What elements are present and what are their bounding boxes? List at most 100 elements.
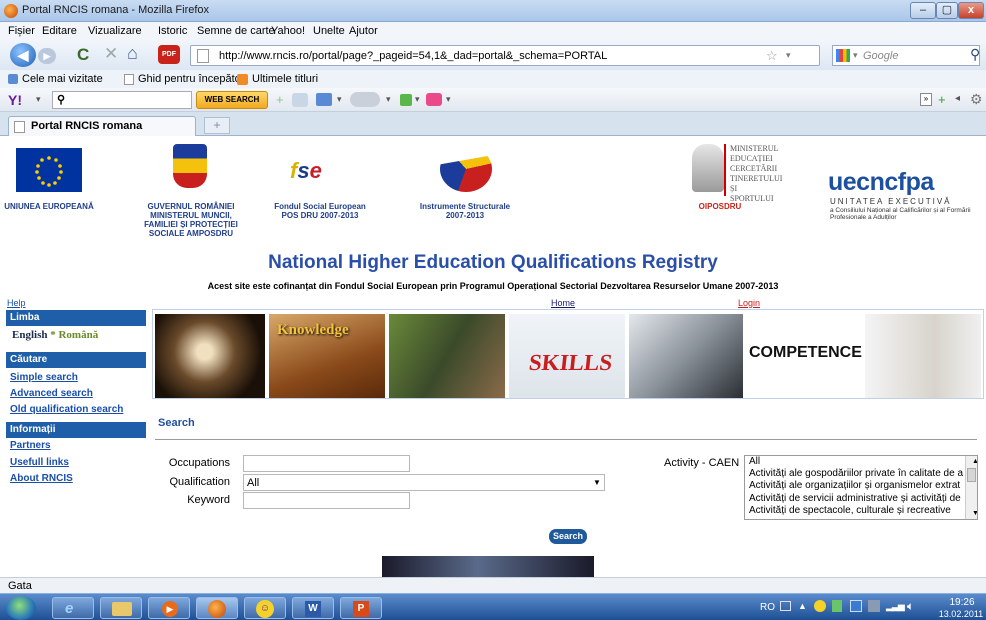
scroll-down-icon[interactable]: ▼ — [968, 508, 977, 519]
minimize-button[interactable]: – — [910, 2, 936, 19]
menu-unelte[interactable]: Unelte — [313, 25, 345, 37]
taskbar-ie[interactable]: e — [52, 597, 94, 619]
new-tab-button[interactable]: + — [204, 117, 230, 134]
search-heading: Search — [158, 417, 195, 429]
sidebar-item-about-rncis[interactable]: About RNCIS — [10, 473, 73, 484]
banner-competence-image: COMPETENCE — [747, 314, 862, 398]
tab-portal-rncis[interactable]: Portal RNCIS romana — [8, 116, 196, 136]
sidebar-item-simple-search[interactable]: Simple search — [10, 372, 78, 383]
powerpoint-icon: P — [353, 601, 369, 617]
menu-istoric[interactable]: Istoric — [158, 25, 187, 37]
web-search-button[interactable]: WEB SEARCH — [196, 91, 268, 109]
menu-semne-de-carte[interactable]: Semne de carte — [197, 25, 275, 37]
window-titlebar[interactable]: Portal RNCIS romana - Mozilla Firefox – … — [0, 0, 986, 22]
signal-icon[interactable]: ▂▃▅ — [886, 601, 905, 612]
government-caption: GUVERNUL ROMÂNIEI MINISTERUL MUNCII, FAM… — [144, 202, 238, 238]
language-romana[interactable]: Română — [58, 329, 98, 341]
reload-icon[interactable]: C — [77, 45, 89, 65]
list-item[interactable]: Activități de spectacole, culturale și r… — [745, 505, 977, 517]
volume-icon[interactable]: 🔈︎ — [907, 599, 914, 614]
weather-icon[interactable] — [350, 92, 380, 107]
list-item[interactable]: All — [745, 456, 977, 468]
menu-fisier[interactable]: Fișier — [8, 25, 35, 37]
scroll-left-icon[interactable]: ◂ — [955, 93, 960, 104]
network-icon[interactable] — [868, 600, 880, 612]
bookmark-most-visited[interactable]: Cele mai vizitate — [22, 73, 103, 85]
toolbar-app-icon[interactable] — [292, 93, 308, 107]
yahoo-logo[interactable]: Y! — [8, 92, 22, 108]
flickr-icon[interactable] — [426, 93, 442, 106]
taskbar-yahoo-messenger[interactable]: ☺ — [244, 597, 286, 619]
help-link[interactable]: Help — [7, 298, 26, 308]
menu-vizualizare[interactable]: Vizualizare — [88, 25, 142, 37]
sidebar-item-partners[interactable]: Partners — [10, 440, 51, 451]
back-button[interactable]: ◀ — [10, 43, 36, 67]
list-item[interactable]: Activități de servicii administrative și… — [745, 493, 977, 505]
weather-dropdown-icon[interactable]: ▾ — [386, 94, 391, 105]
clock-time[interactable]: 19:26 — [940, 597, 984, 608]
folder-icon — [112, 602, 132, 616]
menu-ajutor[interactable]: Ajutor — [349, 25, 378, 37]
messenger-tray-icon[interactable] — [814, 600, 826, 612]
language-indicator[interactable]: RO — [760, 602, 775, 613]
search-engine-dropdown-icon[interactable]: ▾ — [853, 50, 858, 61]
firefox-icon — [208, 600, 226, 618]
sidebar-item-advanced-search[interactable]: Advanced search — [10, 388, 93, 399]
games-icon[interactable] — [400, 94, 412, 106]
yahoo-dropdown-icon[interactable]: ▾ — [36, 94, 41, 105]
maximize-button[interactable]: ▢ — [936, 2, 958, 19]
keyboard-icon[interactable] — [780, 601, 791, 611]
occupations-input[interactable] — [243, 455, 410, 472]
taskbar-media-player[interactable]: ▶ — [148, 597, 190, 619]
scrollbar-thumb[interactable] — [967, 468, 976, 482]
mail-dropdown-icon[interactable]: ▾ — [337, 94, 342, 105]
qualification-select[interactable]: All ▼ — [243, 474, 605, 491]
taskbar-explorer[interactable] — [100, 597, 142, 619]
scroll-up-icon[interactable]: ▲ — [968, 456, 977, 468]
show-hidden-icons[interactable]: ▲ — [798, 601, 807, 611]
list-item[interactable]: Activități ale gospodăriilor private în … — [745, 468, 977, 480]
gear-icon[interactable]: ⚙ — [970, 91, 983, 108]
caen-listbox[interactable]: All Activități ale gospodăriilor private… — [744, 455, 978, 520]
games-dropdown-icon[interactable]: ▾ — [415, 94, 420, 105]
taskbar-powerpoint[interactable]: P — [340, 597, 382, 619]
yahoo-search-input[interactable]: ⚲ — [52, 91, 192, 109]
list-item[interactable]: Activități ale organizațiilor și organis… — [745, 480, 977, 492]
home-icon[interactable]: ⌂ — [127, 43, 138, 64]
system-tray: RO ▲ ▂▃▅ 🔈︎ 19:26 13.02.2011 — [760, 596, 986, 620]
sidebar-item-old-qualification-search[interactable]: Old qualification search — [10, 404, 123, 415]
address-bar[interactable]: http://www.rncis.ro/portal/page?_pageid=… — [190, 45, 820, 66]
toolbar-options-icon[interactable]: » — [920, 93, 932, 106]
search-button[interactable]: Search — [549, 529, 587, 544]
clock-date[interactable]: 13.02.2011 — [936, 609, 986, 619]
keyword-input[interactable] — [243, 492, 410, 509]
flickr-dropdown-icon[interactable]: ▾ — [446, 94, 451, 105]
menu-yahoo[interactable]: Yahoo! — [271, 25, 305, 37]
cncfpa-subtitle: UNITATEA EXECUTIVĂ — [830, 197, 952, 206]
add-button-icon[interactable]: + — [938, 92, 946, 107]
listbox-scrollbar[interactable]: ▲ ▼ — [965, 456, 977, 519]
login-link[interactable]: Login — [738, 298, 760, 308]
mail-icon[interactable] — [316, 93, 332, 106]
close-button[interactable]: x — [958, 2, 984, 19]
search-box[interactable]: ▾ Google — [832, 45, 980, 66]
action-center-icon[interactable] — [850, 600, 862, 612]
language-english[interactable]: English — [12, 329, 47, 341]
bookmark-star-icon[interactable]: ☆ — [766, 48, 778, 64]
pdf-icon[interactable]: PDF — [158, 45, 180, 64]
taskbar-firefox[interactable] — [196, 597, 238, 619]
sidebar-item-usefull-links[interactable]: Usefull links — [10, 457, 69, 468]
add-icon[interactable]: + — [276, 92, 284, 107]
start-button[interactable] — [6, 596, 36, 620]
url-text: http://www.rncis.ro/portal/page?_pageid=… — [219, 50, 608, 62]
menu-editare[interactable]: Editare — [42, 25, 77, 37]
bookmark-getting-started[interactable]: Ghid pentru începători — [138, 73, 247, 85]
forward-button[interactable]: ▶ — [38, 48, 56, 64]
bookmark-latest-headlines[interactable]: Ultimele titluri — [252, 73, 318, 85]
usb-icon[interactable] — [832, 600, 842, 612]
search-icon[interactable]: ⚲ — [970, 46, 980, 63]
url-dropdown-icon[interactable]: ▾ — [786, 50, 791, 61]
stop-icon[interactable]: ✕ — [104, 44, 118, 64]
taskbar-word[interactable]: W — [292, 597, 334, 619]
home-link[interactable]: Home — [551, 298, 575, 308]
